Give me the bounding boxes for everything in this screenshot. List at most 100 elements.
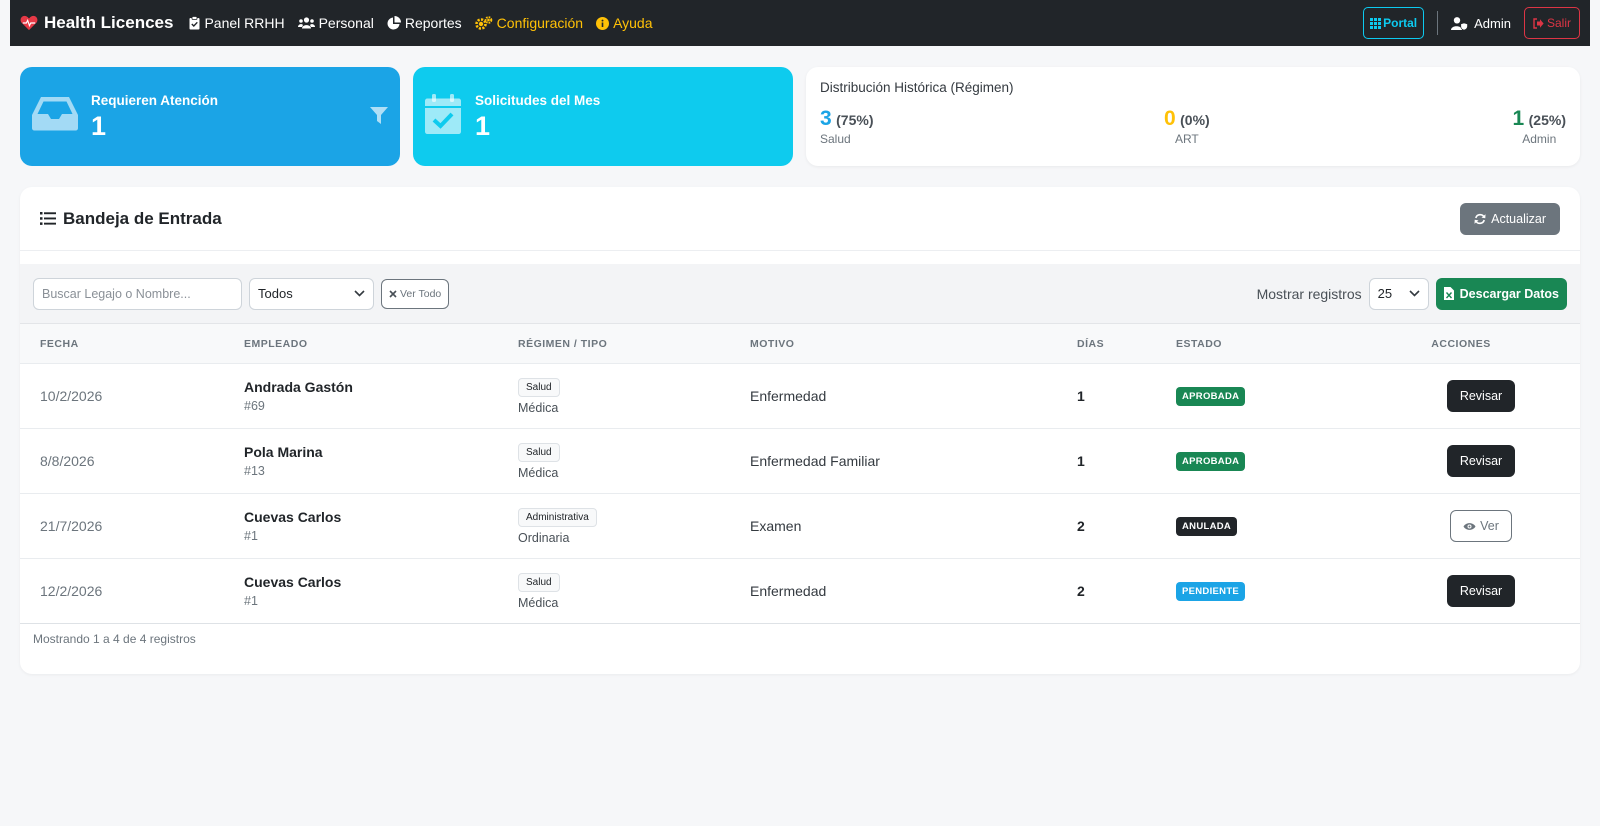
admin-label: Admin <box>1474 15 1511 31</box>
refresh-label: Actualizar <box>1491 211 1546 226</box>
dist-label: Admin <box>1522 132 1557 146</box>
file-excel-icon <box>1443 287 1454 300</box>
cell-estado: APROBADA <box>1176 451 1246 471</box>
portal-button[interactable]: Portal <box>1363 7 1425 39</box>
regimen-tipo: Ordinaria <box>518 531 570 545</box>
nav-personal[interactable]: Personal <box>297 15 374 31</box>
revisar-button[interactable]: Revisar <box>1447 445 1515 477</box>
cell-empleado: Andrada Gastón #69 <box>244 379 353 413</box>
download-button[interactable]: Descargar Datos <box>1435 277 1567 310</box>
cell-acciones: Revisar <box>1436 380 1526 412</box>
revisar-button[interactable]: Revisar <box>1447 380 1515 412</box>
distribution-title: Distribución Histórica (Régimen) <box>820 80 1014 95</box>
page-size-select[interactable]: 25 <box>1368 277 1429 310</box>
table-info: Mostrando 1 a 4 de 4 registros <box>33 632 196 646</box>
nav-configuracion[interactable]: Configuración <box>474 15 583 31</box>
employee-name: Pola Marina <box>244 444 323 460</box>
stat-card-atencion[interactable]: Requieren Atención 1 <box>20 67 400 166</box>
dist-percent: (0%) <box>1180 112 1210 128</box>
distribution-card: Distribución Histórica (Régimen) 3 (75%)… <box>806 67 1580 166</box>
stat-title: Solicitudes del Mes <box>475 93 601 108</box>
regimen-tag: Administrativa <box>518 508 597 527</box>
brand[interactable]: Health Licences <box>20 13 173 33</box>
filter-select[interactable]: Todos <box>249 277 374 310</box>
cell-motivo: Enfermedad <box>750 583 827 599</box>
cell-acciones: Revisar <box>1436 575 1526 607</box>
status-badge: PENDIENTE <box>1176 582 1246 601</box>
refresh-button[interactable]: Actualizar <box>1460 202 1560 235</box>
col-dias[interactable]: DÍAS <box>1077 338 1104 350</box>
logout-button[interactable]: Salir <box>1523 7 1580 39</box>
cell-motivo: Enfermedad <box>750 388 827 404</box>
search-input[interactable] <box>33 277 242 310</box>
employee-name: Cuevas Carlos <box>244 509 342 525</box>
inbox-card: Bandeja de Entrada Actualizar Todos Ver … <box>20 187 1580 674</box>
dist-count: 0 <box>1164 107 1176 130</box>
col-acciones: ACCIONES <box>1431 337 1491 350</box>
download-label: Descargar Datos <box>1459 286 1559 301</box>
nav-label: Ayuda <box>613 15 653 31</box>
revisar-button[interactable]: Revisar <box>1447 575 1515 607</box>
ver-button[interactable]: Ver <box>1450 510 1512 542</box>
close-icon <box>389 289 397 298</box>
table-row: 8/8/2026 Pola Marina #13 Salud Médica En… <box>20 429 1580 494</box>
cell-empleado: Cuevas Carlos #1 <box>244 574 341 608</box>
page-size-label: Mostrar registros <box>1256 285 1362 302</box>
nav-divider <box>1437 11 1439 35</box>
filter-icon <box>370 107 388 124</box>
employee-legajo: #1 <box>244 529 258 543</box>
toolbar-right: Mostrar registros 25 Descargar Datos <box>1256 277 1567 310</box>
regimen-tipo: Médica <box>518 596 559 610</box>
grid-icon <box>1370 17 1382 29</box>
status-badge: ANULADA <box>1176 517 1238 536</box>
chart-pie-icon <box>387 16 401 30</box>
cell-estado: PENDIENTE <box>1176 581 1246 601</box>
cell-regimen: Salud Médica <box>518 377 560 415</box>
nav-label: Panel RRHH <box>204 15 285 31</box>
inbox-title-label: Bandeja de Entrada <box>63 208 222 228</box>
eye-icon <box>1463 522 1476 530</box>
cell-fecha: 12/2/2026 <box>40 583 103 599</box>
table-row: 21/7/2026 Cuevas Carlos #1 Administrativ… <box>20 494 1580 559</box>
dist-label: Salud <box>820 132 851 146</box>
ver-todo-button[interactable]: Ver Todo <box>381 278 450 309</box>
dist-art: 0 (0%) ART <box>1164 107 1210 146</box>
nav-reportes[interactable]: Reportes <box>387 15 462 31</box>
chevron-down-icon <box>354 290 365 297</box>
dist-count: 3 <box>820 107 832 130</box>
regimen-tag: Salud <box>518 443 560 462</box>
col-fecha[interactable]: FECHA <box>40 338 79 350</box>
col-regimen[interactable]: RÉGIMEN / TIPO <box>518 338 607 350</box>
stat-card-solicitudes-mes[interactable]: Solicitudes del Mes 1 <box>413 67 793 166</box>
col-motivo[interactable]: MOTIVO <box>750 338 794 350</box>
regimen-tipo: Médica <box>518 466 559 480</box>
clipboard-check-icon <box>189 16 200 30</box>
stat-value: 1 <box>91 111 107 141</box>
stat-title: Requieren Atención <box>91 93 219 108</box>
col-estado[interactable]: ESTADO <box>1176 338 1222 350</box>
cell-empleado: Cuevas Carlos #1 <box>244 509 341 543</box>
sign-out-icon <box>1533 17 1544 29</box>
admin-user-menu[interactable]: Admin <box>1451 16 1511 31</box>
nav-panel-rrhh[interactable]: Panel RRHH <box>189 15 285 31</box>
regimen-tag: Salud <box>518 378 560 397</box>
inbox-icon <box>32 97 78 131</box>
cell-regimen: Salud Médica <box>518 442 560 480</box>
nav-ayuda[interactable]: Ayuda <box>596 15 653 31</box>
info-circle-icon <box>596 16 610 30</box>
inbox-table: FECHA EMPLEADO RÉGIMEN / TIPO MOTIVO DÍA… <box>20 324 1580 624</box>
gears-icon <box>474 16 492 30</box>
stat-value: 1 <box>475 111 491 141</box>
heart-pulse-icon <box>20 15 38 31</box>
calendar-check-icon <box>425 94 461 134</box>
cell-fecha: 10/2/2026 <box>40 388 103 404</box>
cell-motivo: Enfermedad Familiar <box>750 453 880 469</box>
col-empleado[interactable]: EMPLEADO <box>244 338 308 350</box>
employee-legajo: #13 <box>244 464 265 478</box>
cell-acciones: Revisar <box>1436 445 1526 477</box>
employee-name: Andrada Gastón <box>244 379 353 395</box>
dist-admin: 1 (25%) Admin <box>1513 107 1567 146</box>
inbox-title: Bandeja de Entrada <box>40 209 222 229</box>
list-icon <box>40 212 56 225</box>
status-badge: APROBADA <box>1176 452 1246 471</box>
